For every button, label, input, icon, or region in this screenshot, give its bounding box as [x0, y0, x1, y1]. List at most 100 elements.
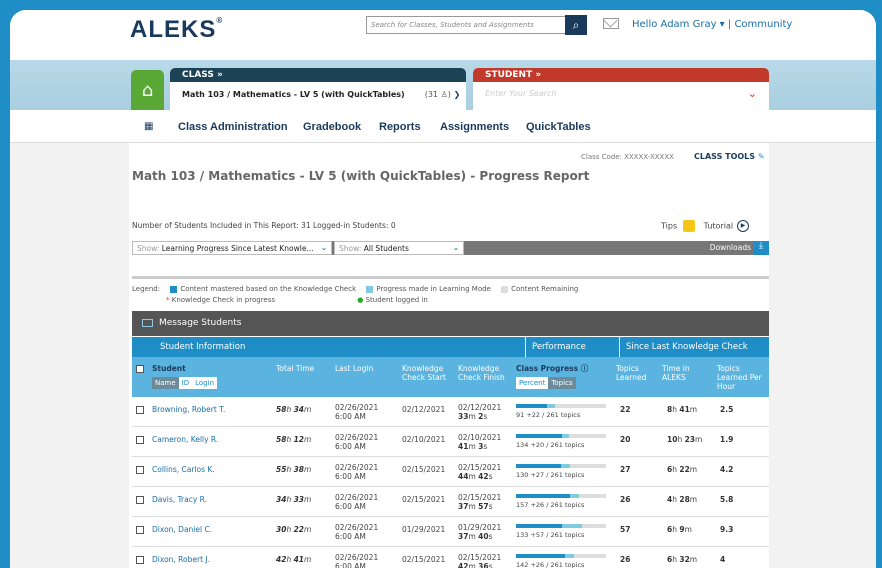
progress-swatch: [366, 285, 374, 293]
lightbulb-icon[interactable]: [683, 220, 696, 232]
toggle-id[interactable]: ID: [178, 377, 193, 389]
student-search-input[interactable]: Enter Your Search: [485, 89, 556, 98]
chevron-down-icon: ⌄: [320, 243, 327, 252]
class-code: Class Code: XXXXX-XXXXX: [581, 153, 674, 161]
row-checkbox[interactable]: [136, 526, 144, 534]
progress-text: 134 +20 / 261 topics: [516, 441, 585, 449]
report-summary: Number of Students Included in This Repo…: [132, 221, 396, 230]
progress-text: 91 +22 / 261 topics: [516, 411, 581, 419]
nav-class-administration[interactable]: Class Administration: [178, 121, 288, 133]
filter-value: All Students: [363, 244, 409, 253]
col-time-in-aleks[interactable]: Time in ALEKS: [662, 364, 702, 382]
table-row: Davis, Tracy R. 34h 33m 02/26/2021 6:00 AM 0…: [132, 487, 769, 517]
progress-mastered: [516, 554, 565, 558]
col-total-time[interactable]: Total Time: [276, 364, 314, 373]
downloads-button[interactable]: Downloads: [710, 243, 751, 252]
class-selector[interactable]: CLASS » Math 103 / Mathematics - LV 5 (w…: [170, 68, 466, 110]
home-button[interactable]: ⌂: [131, 70, 164, 110]
student-label: STUDENT »: [473, 68, 769, 82]
aleks-logo[interactable]: ALEKS®: [130, 16, 223, 44]
time-in-aleks: 8h 41m: [667, 405, 698, 414]
last-login: 02/26/2021 6:00 AM: [335, 403, 379, 421]
group-performance: Performance: [525, 337, 586, 357]
col-class-progress[interactable]: Class Progress ⓘ: [516, 364, 588, 373]
greeting[interactable]: Hello Adam Gray ▾: [632, 19, 725, 30]
select-all-checkbox[interactable]: [136, 365, 144, 373]
kc-finish: 02/10/2021 41m 3s: [458, 433, 502, 451]
community-link[interactable]: Community: [734, 19, 792, 30]
user-menu[interactable]: Hello Adam Gray ▾ | Community: [632, 19, 792, 30]
toggle-topics[interactable]: Topics: [548, 377, 576, 389]
nav-assignments[interactable]: Assignments: [440, 121, 509, 133]
filter-value: Learning Progress Since Latest Knowle...: [161, 244, 314, 253]
progress-gained: [561, 524, 582, 528]
download-icon[interactable]: ⤓: [753, 241, 769, 255]
report-type-select[interactable]: Show: Learning Progress Since Latest Kno…: [132, 241, 332, 255]
total-time: 42h 41m: [276, 555, 312, 564]
progress-mastered: [516, 494, 571, 498]
row-checkbox[interactable]: [136, 466, 144, 474]
envelope-icon: [142, 318, 153, 327]
filter-label: Show:: [137, 244, 160, 253]
student-name-link[interactable]: Cameron, Kelly R.: [152, 435, 218, 444]
table-row: Browning, Robert T. 58h 34m 02/26/2021 6:00…: [132, 397, 769, 427]
message-label: Message Students: [159, 318, 242, 328]
search-icon: ⌕: [572, 17, 580, 32]
nav-reports[interactable]: Reports: [379, 121, 421, 133]
total-time: 30h 22m: [276, 525, 312, 534]
kc-start: 02/15/2021: [402, 555, 446, 564]
col-last-login[interactable]: Last Login: [335, 364, 373, 373]
student-filter-select[interactable]: Show: All Students ⌄: [334, 241, 464, 255]
tips-link[interactable]: Tips: [661, 222, 677, 231]
col-topics-per-hour[interactable]: Topics Learned Per Hour: [717, 364, 767, 391]
toggle-name[interactable]: Name: [152, 377, 179, 389]
toggle-percent[interactable]: Percent: [516, 377, 549, 389]
chevron-down-icon[interactable]: ❯: [454, 90, 461, 99]
col-topics-learned[interactable]: Topics Learned: [616, 364, 656, 382]
main-nav: ▦ Class Administration Gradebook Reports…: [10, 110, 876, 143]
student-name-link[interactable]: Dixon, Daniel C.: [152, 525, 212, 534]
legend: Legend: Content mastered based on the Kn…: [132, 284, 578, 306]
row-checkbox[interactable]: [136, 496, 144, 504]
kc-start: 02/12/2021: [402, 405, 446, 414]
report-panel: Class Code: XXXXX-XXXXX CLASS TOOLS ✎ Ma…: [129, 143, 769, 568]
progress-bar: [516, 404, 606, 408]
col-kc-finish[interactable]: Knowledge Check Finish: [458, 364, 508, 382]
class-tools-label: CLASS TOOLS: [694, 152, 756, 161]
divider: [132, 276, 769, 279]
group-student-info: Student Information: [160, 342, 246, 352]
progress-mastered: [516, 464, 561, 468]
row-checkbox[interactable]: [136, 556, 144, 564]
kc-start: 02/10/2021: [402, 435, 446, 444]
play-icon[interactable]: ▶: [737, 220, 750, 232]
row-checkbox[interactable]: [136, 406, 144, 414]
topics-learned: 26: [620, 495, 631, 504]
chevron-down-icon[interactable]: ⌄: [748, 87, 757, 100]
col-student[interactable]: Student: [152, 364, 186, 373]
row-checkbox[interactable]: [136, 436, 144, 444]
last-login: 02/26/2021 6:00 AM: [335, 433, 379, 451]
class-tools-button[interactable]: CLASS TOOLS ✎: [694, 152, 765, 161]
student-name-link[interactable]: Collins, Carlos K.: [152, 465, 215, 474]
student-name-link[interactable]: Davis, Tracy R.: [152, 495, 207, 504]
student-selector[interactable]: STUDENT » Enter Your Search ⌄: [473, 68, 769, 110]
student-count: (31 ♙): [424, 90, 451, 99]
student-name-link[interactable]: Dixon, Robert J.: [152, 555, 210, 564]
remaining-swatch: [501, 285, 509, 293]
table-column-header: Student Name ID Login Total Time Last Logi…: [132, 357, 769, 397]
nav-gradebook[interactable]: Gradebook: [303, 121, 361, 133]
search-button[interactable]: ⌕: [565, 15, 587, 35]
total-time: 58h 34m: [276, 405, 312, 414]
mail-icon[interactable]: [603, 18, 619, 29]
table-group-header: Student Information Performance Since La…: [132, 337, 769, 357]
message-students-button[interactable]: Message Students: [132, 311, 769, 336]
col-kc-start[interactable]: Knowledge Check Start: [402, 364, 452, 382]
grid-menu-icon[interactable]: ▦: [144, 121, 154, 132]
student-name-link[interactable]: Browning, Robert T.: [152, 405, 225, 414]
filter-label: Show:: [339, 244, 362, 253]
class-name: Math 103 / Mathematics - LV 5 (with Quic…: [182, 90, 405, 99]
search-input[interactable]: Search for Classes, Students and Assignm…: [366, 16, 566, 34]
tutorial-link[interactable]: Tutorial: [704, 222, 733, 231]
toggle-login[interactable]: Login: [192, 377, 218, 389]
nav-quicktables[interactable]: QuickTables: [526, 121, 591, 133]
